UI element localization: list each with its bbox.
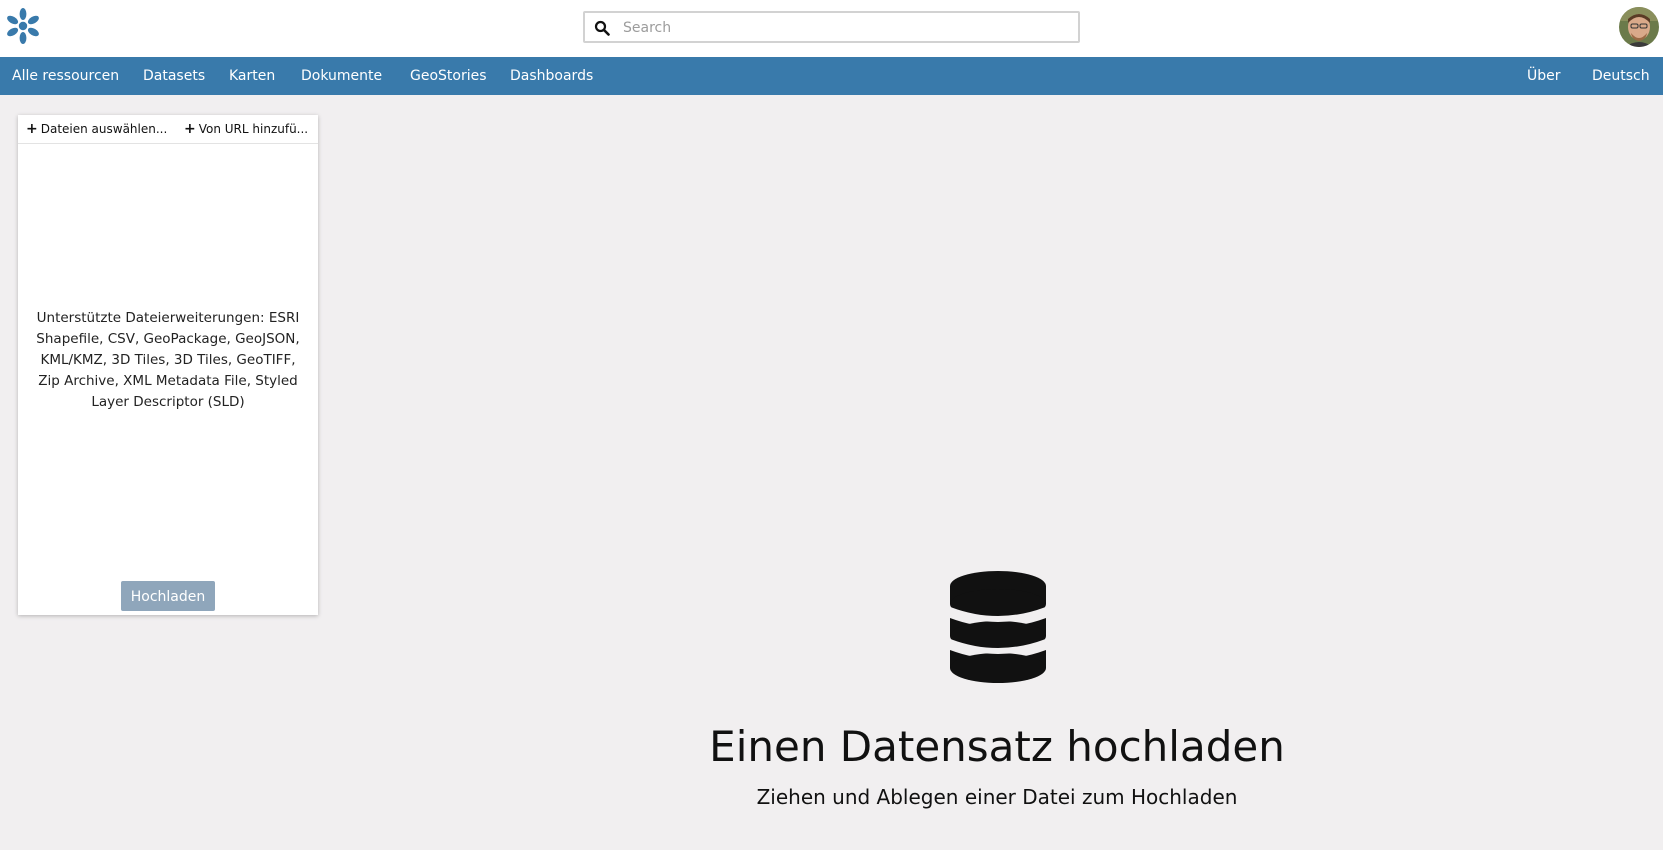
supported-extensions-text: Unterstützte Dateierweiterungen: ESRI Sh… [36,310,300,410]
nav-item-all-resources[interactable]: Alle ressourcen [12,57,119,95]
upload-button[interactable]: Hochladen [121,581,215,611]
search-input[interactable] [621,16,1065,40]
nav-item-documents[interactable]: Dokumente [301,57,382,95]
plus-icon: + [26,121,38,137]
nav-item-maps[interactable]: Karten [229,57,275,95]
nav-item-geostories[interactable]: GeoStories [410,57,487,95]
nav-item-language[interactable]: Deutsch [1592,57,1650,95]
main-navbar: Alle ressourcen Datasets Karten Dokument… [0,57,1663,95]
select-files-button[interactable]: + Dateien auswählen... [26,115,176,143]
add-from-url-button[interactable]: + Von URL hinzufü... [184,115,312,143]
upload-panel-header: + Dateien auswählen... + Von URL hinzufü..… [18,115,318,144]
add-from-url-label: Von URL hinzufü... [198,122,309,136]
search-box[interactable] [583,11,1080,43]
select-files-label: Dateien auswählen... [40,122,168,136]
nav-item-dashboards[interactable]: Dashboards [510,57,593,95]
nav-item-about[interactable]: Über [1527,57,1561,95]
nav-item-datasets[interactable]: Datasets [143,57,205,95]
top-bar [0,0,1663,57]
geonode-logo-icon[interactable] [2,5,44,47]
dropzone-title: Einen Datensatz hochladen [709,722,1285,771]
upload-panel: + Dateien auswählen... + Von URL hinzufü..… [18,115,318,615]
plus-icon: + [184,121,196,137]
search-icon [594,20,610,36]
user-avatar-icon[interactable] [1619,7,1659,47]
database-icon [948,571,1048,683]
dropzone-subtitle: Ziehen und Ablegen einer Datei zum Hochl… [756,785,1238,809]
